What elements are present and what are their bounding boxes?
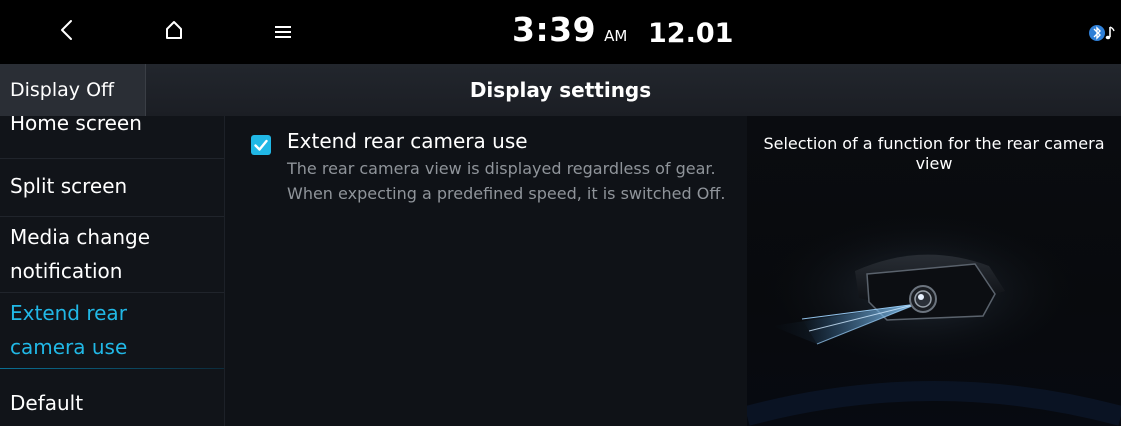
home-icon[interactable] (158, 14, 190, 46)
divider (0, 216, 224, 217)
settings-sidebar: Home screen Split screen Media change no… (0, 116, 225, 426)
sidebar-item-label-line1: Extend rear (10, 301, 127, 325)
header-bar: Display settings (0, 64, 1121, 116)
settings-content: Extend rear camera use The rear camera v… (225, 116, 747, 426)
page-title: Display settings (469, 78, 652, 102)
sidebar-item-extend-rear-camera-use[interactable]: Extend rear camera use (10, 296, 127, 364)
sidebar-item-home-screen[interactable]: Home screen (10, 116, 142, 140)
clock: 3:39 AM (512, 10, 627, 54)
sidebar-item-label-line1: Media change (10, 225, 151, 249)
clock-time: 3:39 (512, 10, 597, 49)
bluetooth-audio-icon (1089, 25, 1115, 41)
menu-icon[interactable] (272, 22, 294, 42)
display-off-label: Display Off (10, 79, 115, 101)
sidebar-item-split-screen[interactable]: Split screen (10, 169, 127, 203)
status-bar: 3:39 AM 12.01 (0, 0, 1121, 64)
rear-camera-illustration (747, 211, 1121, 426)
sidebar-item-default[interactable]: Default (10, 386, 83, 420)
divider (0, 158, 224, 159)
info-panel: Selection of a function for the rear cam… (747, 116, 1121, 426)
sidebar-item-label-line2: notification (10, 259, 123, 283)
option-title[interactable]: Extend rear camera use (287, 129, 528, 153)
check-icon (254, 139, 268, 151)
option-description: The rear camera view is displayed regard… (287, 159, 726, 203)
extend-rear-camera-checkbox[interactable] (251, 135, 271, 155)
active-divider (0, 368, 224, 369)
sidebar-item-label-line2: camera use (10, 335, 128, 359)
date: 12.01 (648, 18, 734, 49)
sidebar-item-media-change-notification[interactable]: Media change notification (10, 220, 150, 288)
back-icon[interactable] (52, 12, 84, 48)
display-off-button[interactable]: Display Off (0, 64, 146, 116)
clock-ampm: AM (604, 27, 628, 45)
divider (0, 292, 224, 293)
